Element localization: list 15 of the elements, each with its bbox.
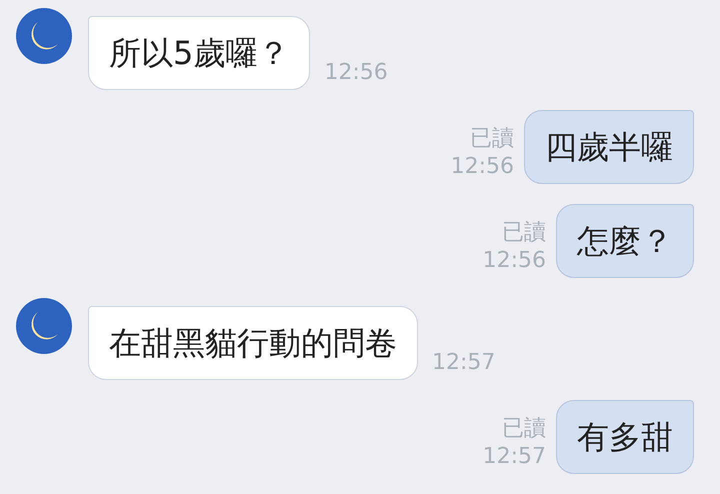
message-bubble: 有多甜 <box>556 400 694 474</box>
read-receipt: 已讀 <box>502 218 546 247</box>
moon-avatar-icon[interactable] <box>16 298 72 354</box>
timestamp: 12:57 <box>482 443 546 472</box>
read-receipt: 已讀 <box>502 414 546 443</box>
read-receipt: 已讀 <box>470 124 514 153</box>
message-bubble: 所以5歲囉？ <box>88 16 310 90</box>
message-bubble: 在甜黑貓行動的問卷 <box>88 306 418 380</box>
timestamp: 12:56 <box>324 60 388 86</box>
timestamp: 12:56 <box>482 247 546 276</box>
message-bubble: 怎麼？ <box>556 204 694 278</box>
moon-avatar-icon[interactable] <box>16 8 72 64</box>
timestamp: 12:56 <box>450 153 514 182</box>
timestamp: 12:57 <box>432 350 496 376</box>
message-bubble: 四歲半囉 <box>524 110 694 184</box>
